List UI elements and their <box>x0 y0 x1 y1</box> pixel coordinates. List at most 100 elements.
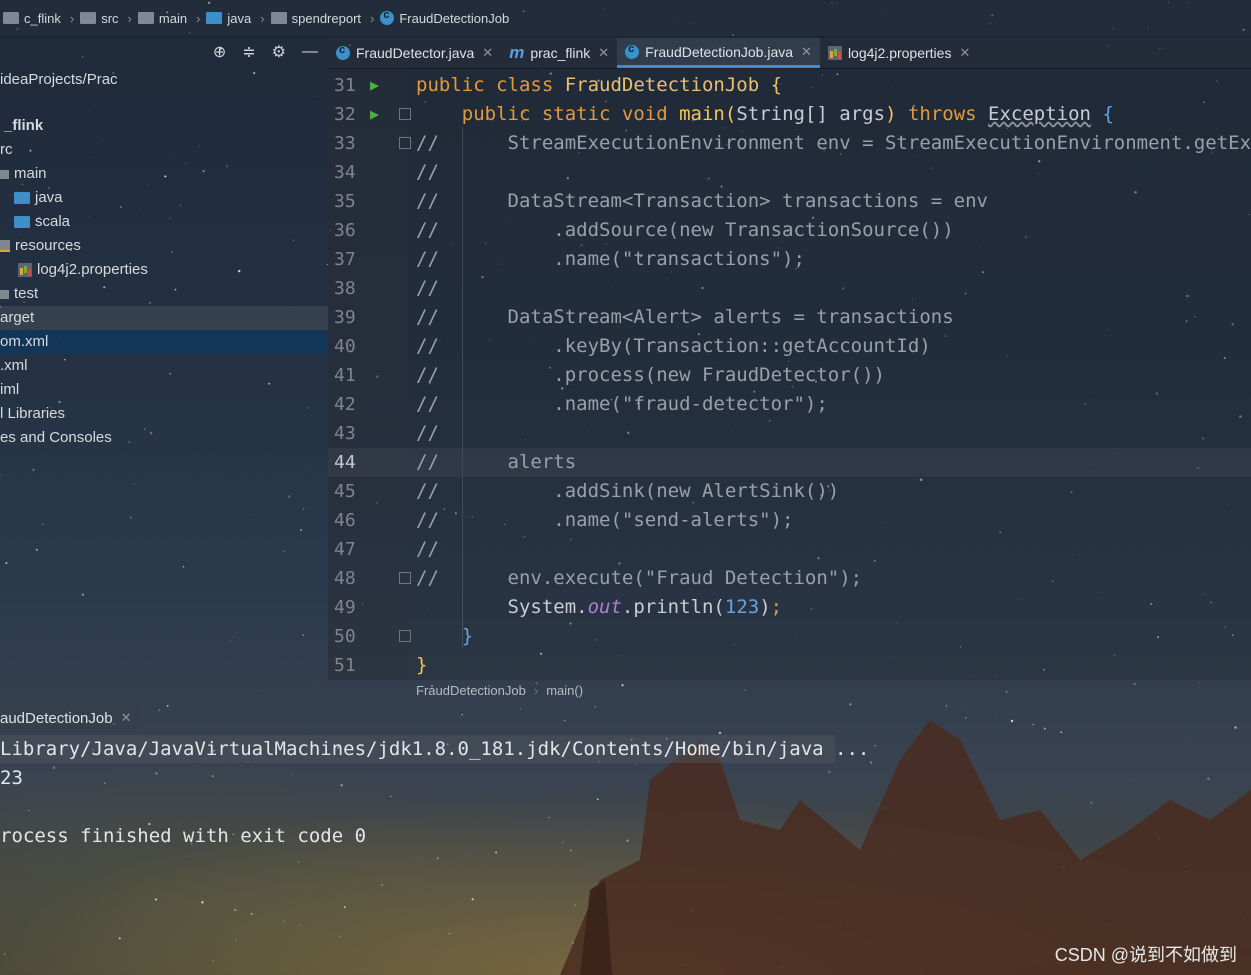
code-line[interactable]: 49 System.out.println(123); <box>328 593 1251 622</box>
code-line[interactable]: 50 } <box>328 622 1251 651</box>
breadcrumb-item-package[interactable]: spendreport › <box>268 11 378 26</box>
editor-breadcrumb-class[interactable]: FraudDetectionJob <box>416 683 526 698</box>
line-number[interactable]: 45 <box>334 477 360 506</box>
close-icon[interactable]: ✕ <box>598 45 609 61</box>
tree-item-target[interactable]: arget <box>0 306 328 330</box>
line-number[interactable]: 35 <box>334 187 360 216</box>
tree-item-resources[interactable]: resources <box>0 234 328 258</box>
code-line[interactable]: 38 // <box>328 274 1251 303</box>
tree-item-xml[interactable]: .xml <box>0 354 328 378</box>
tab-log4j2-properties[interactable]: log4j2.properties ✕ <box>820 38 978 68</box>
line-number[interactable]: 43 <box>334 419 360 448</box>
tree-item-src[interactable]: rc <box>0 138 328 162</box>
close-icon[interactable]: ✕ <box>482 45 493 61</box>
run-gutter-icon[interactable]: ▶ <box>370 100 379 129</box>
fold-icon[interactable] <box>399 108 411 120</box>
code-token: 123 <box>724 596 760 618</box>
breadcrumb-label: c_flink <box>24 10 61 26</box>
editor-tabs: FraudDetector.java ✕ m prac_flink ✕ FraudDe… <box>328 38 1251 69</box>
code-line[interactable]: 36 // .addSource(new TransactionSource()) <box>328 216 1251 245</box>
code-line[interactable]: 34 // <box>328 158 1251 187</box>
tree-item-pom-xml[interactable]: om.xml <box>0 330 328 354</box>
code-line[interactable]: 41 // .process(new FraudDetector()) <box>328 361 1251 390</box>
tab-prac-flink[interactable]: m prac_flink ✕ <box>501 38 617 68</box>
code-line[interactable]: 51} <box>328 651 1251 680</box>
code-line[interactable]: 39 // DataStream<Alert> alerts = transact… <box>328 303 1251 332</box>
tree-item-java[interactable]: java <box>0 186 328 210</box>
locate-icon[interactable]: ⊕ <box>213 42 226 62</box>
tree-item-iml[interactable]: iml <box>0 378 328 402</box>
close-icon[interactable]: ✕ <box>801 44 812 60</box>
class-icon <box>625 43 640 59</box>
resources-folder-icon <box>0 240 10 252</box>
code-line[interactable]: 42 // .name("fraud-detector"); <box>328 390 1251 419</box>
tree-item-module[interactable]: _flink <box>0 114 328 138</box>
fold-icon[interactable] <box>399 630 411 642</box>
line-number[interactable]: 36 <box>334 216 360 245</box>
tab-fraud-detector[interactable]: FraudDetector.java ✕ <box>328 38 501 68</box>
line-number[interactable]: 40 <box>334 332 360 361</box>
line-number[interactable]: 33 <box>334 129 360 158</box>
tab-fraud-detection-job[interactable]: FraudDetectionJob.java ✕ <box>617 38 820 68</box>
collapse-all-icon[interactable]: ≑ <box>242 42 255 62</box>
code-line[interactable]: 31 ▶ public class FraudDetectionJob { <box>328 71 1251 100</box>
tree-item-scratches[interactable]: es and Consoles <box>0 426 328 450</box>
breadcrumb-item-project[interactable]: c_flink › <box>0 11 77 26</box>
code-line[interactable]: 35 // DataStream<Transaction> transaction… <box>328 187 1251 216</box>
line-number[interactable]: 46 <box>334 506 360 535</box>
code-line[interactable]: 47 // <box>328 535 1251 564</box>
code-text: } <box>416 622 473 651</box>
fold-icon[interactable] <box>399 572 411 584</box>
tree-item-scala[interactable]: scala <box>0 210 328 234</box>
code-line[interactable]: 40 // .keyBy(Transaction::getAccountId) <box>328 332 1251 361</box>
code-token: main <box>679 103 725 125</box>
line-number[interactable]: 51 <box>334 651 360 680</box>
line-number[interactable]: 48 <box>334 564 360 593</box>
line-number[interactable]: 44 <box>334 448 360 477</box>
line-number[interactable]: 41 <box>334 361 360 390</box>
run-gutter-icon[interactable]: ▶ <box>370 71 379 100</box>
line-number[interactable]: 38 <box>334 274 360 303</box>
close-icon[interactable]: ✕ <box>121 710 132 726</box>
code-line[interactable]: 32 ▶ public static void main(String[] arg… <box>328 100 1251 129</box>
hide-icon[interactable]: — <box>302 43 318 61</box>
code-line[interactable]: 45 // .addSink(new AlertSink()) <box>328 477 1251 506</box>
line-number[interactable]: 31 <box>334 71 360 100</box>
close-icon[interactable]: ✕ <box>959 45 970 61</box>
run-console[interactable]: Library/Java/JavaVirtualMachines/jdk1.8.… <box>0 735 869 851</box>
line-number[interactable]: 49 <box>334 593 360 622</box>
breadcrumb-label: main <box>158 10 188 26</box>
tree-item-external-libraries[interactable]: l Libraries <box>0 402 328 426</box>
line-number[interactable]: 42 <box>334 390 360 419</box>
breadcrumb-item-src[interactable]: src › <box>77 11 135 26</box>
breadcrumb-item-main[interactable]: main › <box>135 11 204 26</box>
run-tab[interactable]: audDetectionJob ✕ <box>0 704 138 732</box>
line-number[interactable]: 37 <box>334 245 360 274</box>
line-number[interactable]: 39 <box>334 303 360 332</box>
code-line[interactable]: 48 // env.execute("Fraud Detection"); <box>328 564 1251 593</box>
breadcrumb-item-java[interactable]: java › <box>203 11 267 26</box>
editor-breadcrumb-method[interactable]: main() <box>546 683 583 698</box>
fold-icon[interactable] <box>399 137 411 149</box>
code-line[interactable]: 37 // .name("transactions"); <box>328 245 1251 274</box>
code-line[interactable]: 44 // alerts <box>328 448 1251 477</box>
code-token: { <box>770 74 783 96</box>
code-line[interactable]: 33 // StreamExecutionEnvironment env = St… <box>328 129 1251 158</box>
line-number[interactable]: 47 <box>334 535 360 564</box>
code-token: String <box>736 103 805 125</box>
tree-item-test[interactable]: test <box>0 282 328 306</box>
tree-item-main[interactable]: main <box>0 162 328 186</box>
line-number[interactable]: 34 <box>334 158 360 187</box>
tree-item-label: l Libraries <box>0 405 66 422</box>
gear-icon[interactable]: ⚙ <box>272 42 286 62</box>
code-line[interactable]: 46 // .name("send-alerts"); <box>328 506 1251 535</box>
line-number[interactable]: 32 <box>334 100 360 129</box>
line-number[interactable]: 50 <box>334 622 360 651</box>
code-line[interactable]: 43 // <box>328 419 1251 448</box>
source-folder-icon <box>14 192 30 204</box>
breadcrumb: c_flink › src › main › java › spendreport › F… <box>0 0 1251 37</box>
tree-item-label: _flink <box>4 117 44 134</box>
tree-item-log4j2[interactable]: log4j2.properties <box>0 258 328 282</box>
breadcrumb-item-class[interactable]: FraudDetectionJob <box>377 9 512 26</box>
code-editor[interactable]: 31 ▶ public class FraudDetectionJob {32 ▶ p… <box>328 69 1251 680</box>
